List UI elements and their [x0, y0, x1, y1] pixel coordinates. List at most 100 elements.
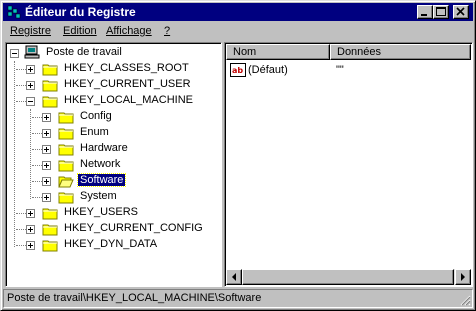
maximize-icon [436, 7, 446, 16]
tree-line [16, 229, 26, 230]
folder-icon [42, 80, 58, 92]
collapse-icon[interactable] [10, 49, 19, 58]
tree-item-label: HKEY_CLASSES_ROOT [64, 62, 189, 74]
expand-icon[interactable] [26, 65, 35, 74]
tree-line [32, 181, 42, 182]
menu-help-label: ? [164, 25, 171, 37]
tree-item-label: HKEY_CURRENT_USER [64, 78, 191, 90]
column-header-data[interactable]: Données [330, 44, 471, 60]
folder-icon [42, 224, 58, 236]
folder-icon [42, 96, 58, 108]
values-list-pane[interactable]: Nom Données ab (Défaut) "" [224, 42, 473, 287]
minimize-button[interactable] [417, 5, 433, 19]
tree-item-hkey-current-config[interactable]: HKEY_CURRENT_CONFIG [8, 221, 218, 237]
tree-item-label: Enum [80, 126, 109, 138]
tree-item-label: System [80, 190, 117, 202]
menu-registre[interactable]: Registre [10, 25, 51, 37]
window-title: Éditeur du Registre [25, 5, 136, 19]
folder-icon [42, 208, 58, 220]
svg-text:ab: ab [232, 66, 243, 75]
column-header-name[interactable]: Nom [226, 44, 330, 60]
folder-icon [58, 112, 74, 124]
scroll-thumb[interactable] [242, 269, 454, 285]
folder-icon [42, 240, 58, 252]
tree-item-hkey-dyn-data[interactable]: HKEY_DYN_DATA [8, 237, 208, 253]
value-data: "" [336, 64, 344, 76]
open-folder-icon [58, 176, 74, 188]
tree-line [32, 149, 42, 150]
expand-icon[interactable] [42, 113, 51, 122]
expand-icon[interactable] [26, 209, 35, 218]
tree-line [32, 165, 42, 166]
expand-icon[interactable] [42, 145, 51, 154]
folder-icon [42, 64, 58, 76]
tree-item-system[interactable]: System [8, 189, 208, 205]
close-icon [456, 7, 465, 16]
expand-icon[interactable] [42, 193, 51, 202]
value-name: (Défaut) [248, 64, 288, 76]
key-tree-pane[interactable]: Poste de travail HKEY_CLASSES_ROOT HKEY_… [5, 42, 222, 287]
tree-item-label-selected: Software [76, 173, 127, 187]
tree-line [16, 69, 26, 70]
menu-edition-label: Edition [63, 25, 97, 37]
maximize-button[interactable] [433, 5, 449, 19]
tree-line [32, 133, 42, 134]
tree-line [32, 117, 42, 118]
tree-item-hardware[interactable]: Hardware [8, 141, 208, 157]
tree-item-hkey-users[interactable]: HKEY_USERS [8, 205, 208, 221]
tree-line [16, 101, 26, 102]
tree-root-label: Poste de travail [46, 46, 122, 58]
scroll-left-button[interactable] [226, 269, 242, 285]
menu-registre-label: Registre [10, 25, 51, 37]
registry-editor-window: Éditeur du Registre Registre Edition Aff… [0, 0, 476, 311]
arrow-right-icon [461, 273, 465, 281]
title-bar[interactable]: Éditeur du Registre [3, 3, 473, 21]
folder-icon [58, 128, 74, 140]
tree-root[interactable]: Poste de travail [8, 45, 208, 61]
folder-icon [58, 160, 74, 172]
column-header-name-label: Nom [233, 46, 257, 58]
tree-item-hkey-classes-root[interactable]: HKEY_CLASSES_ROOT [8, 61, 208, 77]
resize-grip-icon[interactable] [459, 294, 471, 306]
tree-item-hkey-current-user[interactable]: HKEY_CURRENT_USER [8, 77, 208, 93]
minimize-icon [421, 14, 427, 16]
menu-edition[interactable]: Edition [63, 25, 97, 37]
expand-icon[interactable] [26, 81, 35, 90]
expand-icon[interactable] [26, 241, 35, 250]
collapse-icon[interactable] [26, 97, 35, 106]
tree-item-enum[interactable]: Enum [8, 125, 208, 141]
tree-item-network[interactable]: Network [8, 157, 208, 173]
close-button[interactable] [453, 5, 469, 19]
registry-app-icon[interactable] [6, 4, 22, 20]
tree-item-software[interactable]: Software [8, 173, 208, 189]
expand-icon[interactable] [42, 161, 51, 170]
tree-item-label: Network [80, 158, 121, 170]
menu-help[interactable]: ? [164, 25, 170, 37]
horizontal-scrollbar[interactable] [226, 269, 471, 285]
expand-icon[interactable] [42, 177, 51, 186]
tree-item-label: Config [80, 110, 112, 122]
scroll-right-button[interactable] [455, 269, 471, 285]
tree-item-config[interactable]: Config [8, 109, 208, 125]
expand-icon[interactable] [26, 225, 35, 234]
tree-item-label: HKEY_LOCAL_MACHINE [64, 94, 193, 106]
tree-item-label: Hardware [80, 142, 128, 154]
status-path: Poste de travail\HKEY_LOCAL_MACHINE\Soft… [7, 292, 262, 304]
folder-icon [58, 192, 74, 204]
tree-item-label: HKEY_DYN_DATA [64, 238, 158, 250]
arrow-left-icon [232, 273, 236, 281]
tree-line [16, 85, 26, 86]
tree-line [32, 197, 42, 198]
menu-affichage[interactable]: Affichage [106, 25, 152, 37]
menu-affichage-label: Affichage [106, 25, 152, 37]
string-value-icon: ab [230, 63, 246, 77]
value-row[interactable]: ab (Défaut) "" [228, 63, 468, 79]
computer-icon [24, 45, 40, 59]
tree-item-label: HKEY_USERS [64, 206, 138, 218]
tree-line [16, 213, 26, 214]
expand-icon[interactable] [42, 129, 51, 138]
tree-item-label: HKEY_CURRENT_CONFIG [64, 222, 203, 234]
tree-item-hkey-local-machine[interactable]: HKEY_LOCAL_MACHINE [8, 93, 208, 109]
menu-bar: Registre Edition Affichage ? [3, 22, 473, 41]
column-header-data-label: Données [337, 46, 382, 58]
